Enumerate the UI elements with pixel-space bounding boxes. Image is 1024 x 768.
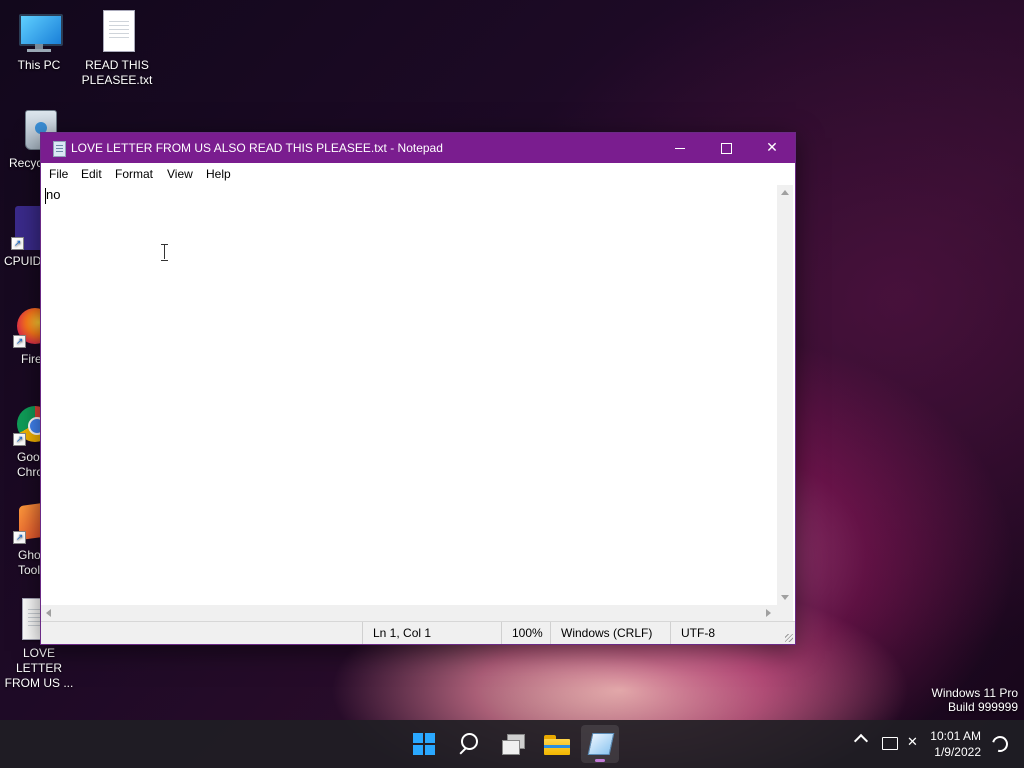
close-button[interactable]: ✕	[749, 133, 795, 163]
network-icon[interactable]	[882, 737, 898, 750]
window-title: LOVE LETTER FROM US ALSO READ THIS PLEAS…	[71, 141, 443, 155]
notepad-window: LOVE LETTER FROM US ALSO READ THIS PLEAS…	[40, 132, 796, 645]
windows-start-icon	[413, 733, 435, 755]
menu-view[interactable]: View	[167, 167, 193, 181]
menu-file[interactable]: File	[49, 167, 68, 181]
taskbar: ✕ 10:01 AM 1/9/2022	[0, 720, 1024, 768]
vertical-scrollbar[interactable]	[777, 185, 793, 605]
maximize-icon	[720, 142, 732, 154]
chevron-up-icon[interactable]	[853, 733, 869, 749]
shortcut-arrow-icon: ↗	[13, 531, 26, 544]
minimize-icon	[675, 147, 685, 149]
task-view-button[interactable]	[494, 725, 532, 763]
start-button[interactable]	[405, 725, 443, 763]
scroll-up-icon[interactable]	[781, 190, 789, 195]
watermark-edition: Windows 11 Pro	[931, 686, 1018, 700]
desktop-icon-label: This PC	[17, 58, 61, 72]
status-bar: Ln 1, Col 1 100% Windows (CRLF) UTF-8	[41, 621, 795, 644]
scroll-left-icon[interactable]	[46, 609, 51, 617]
minimize-button[interactable]	[657, 133, 703, 163]
system-tray: ✕ 10:01 AM 1/9/2022	[834, 720, 1024, 768]
shortcut-arrow-icon: ↗	[13, 433, 26, 446]
menu-format[interactable]: Format	[115, 167, 153, 181]
title-bar[interactable]: LOVE LETTER FROM US ALSO READ THIS PLEAS…	[41, 133, 795, 163]
menu-edit[interactable]: Edit	[81, 167, 102, 181]
file-explorer-button[interactable]	[538, 725, 576, 763]
editor-content: no	[46, 187, 61, 202]
status-encoding: UTF-8	[670, 622, 781, 644]
notepad-icon	[587, 733, 615, 755]
desktop-icon-label: LOVE LETTER FROM US ...	[4, 646, 74, 690]
notepad-icon	[53, 141, 66, 157]
close-icon: ✕	[766, 140, 778, 156]
ibeam-cursor-icon	[161, 244, 169, 261]
status-line-ending: Windows (CRLF)	[550, 622, 661, 644]
menu-bar: File Edit Format View Help	[41, 163, 795, 185]
desktop-icon-label: READ THIS PLEASEE.txt	[81, 58, 153, 87]
status-zoom: 100%	[501, 622, 550, 644]
status-cursor-position: Ln 1, Col 1	[362, 622, 501, 644]
text-editor[interactable]: no	[41, 185, 777, 605]
text-file-icon	[95, 10, 139, 54]
clock[interactable]: 10:01 AM 1/9/2022	[930, 728, 981, 760]
search-button[interactable]	[450, 725, 488, 763]
text-caret	[45, 188, 46, 204]
clock-date: 1/9/2022	[934, 745, 981, 759]
maximize-button[interactable]	[703, 133, 749, 163]
shortcut-arrow-icon: ↗	[13, 335, 26, 348]
resize-grip-icon[interactable]	[785, 634, 793, 642]
volume-muted-icon[interactable]: ✕	[907, 735, 918, 750]
scrollbar-corner	[777, 605, 793, 621]
scroll-down-icon[interactable]	[781, 595, 789, 600]
computer-icon	[17, 10, 63, 54]
watermark-build: Build 999999	[947, 700, 1018, 714]
clock-time: 10:01 AM	[930, 729, 981, 743]
menu-help[interactable]: Help	[206, 167, 231, 181]
notifications-icon[interactable]	[989, 733, 1011, 755]
scroll-right-icon[interactable]	[766, 609, 771, 617]
desktop-icon-read-this[interactable]: READ THIS PLEASEE.txt	[78, 10, 156, 88]
shortcut-arrow-icon: ↗	[11, 237, 24, 250]
horizontal-scrollbar[interactable]	[41, 605, 777, 621]
notepad-taskbar-button[interactable]	[581, 725, 619, 763]
desktop-icon-this-pc[interactable]: This PC	[0, 10, 78, 73]
windows-watermark: Windows 11 Pro Build 999999	[932, 686, 1018, 714]
